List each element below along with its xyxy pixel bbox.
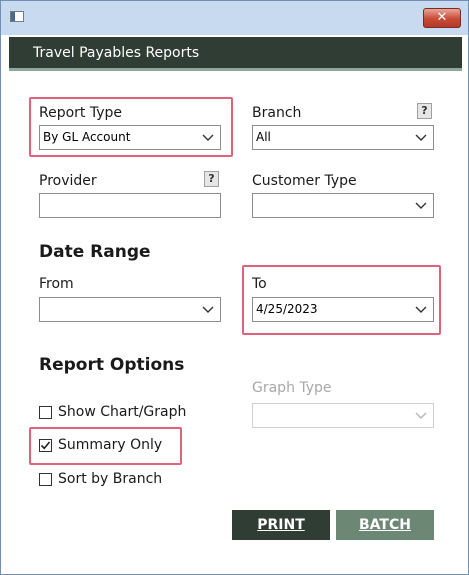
to-date-value: 4/25/2023 [256, 302, 318, 316]
date-range-heading: Date Range [39, 242, 151, 262]
branch-value: All [256, 130, 271, 144]
customer-type-select[interactable] [252, 193, 434, 218]
chevron-down-icon [415, 134, 427, 141]
chevron-down-icon [415, 202, 427, 209]
print-button[interactable]: PRINT [232, 510, 330, 540]
from-date-select[interactable] [39, 297, 221, 322]
show-chart-option[interactable]: Show Chart/Graph [39, 404, 209, 422]
summary-only-label: Summary Only [58, 437, 163, 453]
graph-type-label: Graph Type [252, 380, 332, 396]
report-options-heading: Report Options [39, 355, 185, 375]
provider-help-icon[interactable]: ? [204, 171, 219, 187]
report-type-select[interactable]: By GL Account [39, 125, 221, 150]
show-chart-checkbox[interactable] [39, 406, 52, 419]
from-label: From [39, 276, 74, 292]
provider-label: Provider [39, 173, 97, 189]
chevron-down-icon [415, 412, 427, 419]
customer-type-label: Customer Type [252, 173, 357, 189]
chevron-down-icon [415, 306, 427, 313]
sort-by-branch-label: Sort by Branch [58, 471, 163, 487]
sort-by-branch-option[interactable]: Sort by Branch [39, 471, 179, 489]
report-type-value: By GL Account [43, 130, 131, 144]
to-date-select[interactable]: 4/25/2023 [252, 297, 434, 322]
show-chart-label: Show Chart/Graph [58, 404, 187, 420]
checkmark-icon [40, 441, 51, 450]
branch-label: Branch [252, 105, 302, 121]
provider-input[interactable] [39, 193, 221, 218]
header-bar: Travel Payables Reports [9, 37, 462, 71]
branch-help-icon[interactable]: ? [417, 103, 432, 119]
report-type-label: Report Type [39, 105, 123, 121]
branch-select[interactable]: All [252, 125, 434, 150]
window-titlebar: ✕ [1, 1, 468, 35]
graph-type-select[interactable] [252, 403, 434, 428]
sort-by-branch-checkbox[interactable] [39, 473, 52, 486]
report-window: ✕ Travel Payables Reports Report Type By… [0, 0, 469, 575]
batch-button[interactable]: BATCH [336, 510, 434, 540]
close-button[interactable]: ✕ [423, 8, 461, 28]
to-label: To [252, 276, 267, 292]
app-window-icon [10, 11, 24, 22]
summary-only-checkbox[interactable] [39, 439, 52, 452]
page-title: Travel Payables Reports [33, 45, 200, 61]
chevron-down-icon [202, 306, 214, 313]
chevron-down-icon [202, 134, 214, 141]
summary-only-option[interactable]: Summary Only [39, 437, 179, 455]
